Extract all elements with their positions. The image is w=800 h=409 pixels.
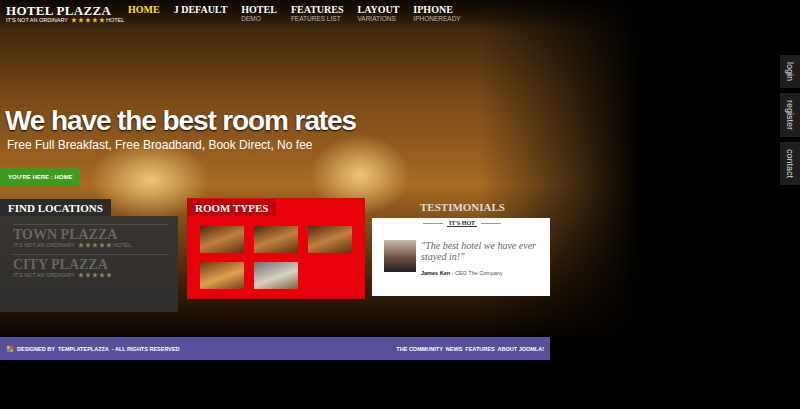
nav-menu: HOME J DEFAULT HOTELDEMO FEATURESFEATURES L… — [128, 4, 461, 22]
subline: Free Full Breakfast, Free Broadband, Boo… — [7, 138, 640, 152]
room-types: ROOM TYPES — [187, 198, 365, 299]
room-thumbnail[interactable] — [200, 262, 244, 289]
star-icon — [106, 242, 112, 248]
room-thumbnail[interactable] — [308, 226, 352, 253]
star-icon — [92, 242, 98, 248]
quote: "The best hotel we have ever stayed in!" — [421, 240, 540, 262]
nav-item[interactable]: HOME — [128, 4, 160, 22]
star-icon — [99, 242, 105, 248]
logo-title: HOTEL PLAZZA — [6, 4, 124, 17]
star-icon — [92, 272, 98, 278]
side-tab[interactable]: register — [780, 93, 800, 137]
side-tab[interactable]: login — [780, 55, 800, 88]
location-link[interactable]: TOWN PLAZZAIT'S NOT AN ORDINARYHOTEL — [13, 224, 168, 248]
star-icon — [99, 272, 105, 278]
star-icon — [85, 272, 91, 278]
location-link[interactable]: CITY PLAZZAIT'S NOT AN ORDINARY — [13, 254, 168, 278]
hot-badge: IT'S HOT — [447, 220, 477, 227]
hero: HOTEL PLAZZAIT'S NOT AN ORDINARYHOTELHOM… — [0, 0, 640, 336]
room-thumbnail[interactable] — [200, 226, 244, 253]
footer-link[interactable]: THE COMMUNITY — [396, 346, 442, 352]
nav-item[interactable]: LAYOUTVARIATIONS — [357, 4, 399, 22]
main-column: HOTEL PLAZZAIT'S NOT AN ORDINARYHOTELHOM… — [0, 0, 780, 409]
side-tabs: login register contact — [780, 0, 800, 409]
nav-item[interactable]: IPHONEIPHONEREADY — [413, 4, 460, 22]
joomla-icon — [6, 345, 14, 353]
star-icon — [78, 17, 84, 23]
star-icon — [78, 272, 84, 278]
module-title: TESTIMONIALS — [372, 198, 550, 218]
star-icon — [99, 17, 105, 23]
headline: We have the best room rates — [5, 104, 640, 138]
breadcrumb: YOU'RE HERE : HOME — [0, 168, 80, 186]
author: James Ken - CEO The Company — [421, 270, 540, 276]
module-title: ROOM TYPES — [187, 199, 276, 216]
credit: DESIGNED BYTEMPLATEPLAZZA- ALL RIGHTS RE… — [6, 345, 180, 353]
footer-link[interactable]: NEWS — [446, 346, 463, 352]
modules: FIND LOCATIONS TOWN PLAZZAIT'S NOT AN ORD… — [0, 198, 640, 312]
logo[interactable]: HOTEL PLAZZAIT'S NOT AN ORDINARYHOTEL — [6, 4, 124, 23]
avatar — [384, 240, 416, 272]
star-icon — [92, 17, 98, 23]
top-nav: HOTEL PLAZZAIT'S NOT AN ORDINARYHOTELHOM… — [0, 0, 640, 30]
room-thumbnail[interactable] — [254, 226, 298, 253]
side-tab[interactable]: contact — [780, 142, 800, 185]
footer-link[interactable]: FEATURES — [465, 346, 494, 352]
star-icon — [85, 242, 91, 248]
nav-item[interactable]: HOTELDEMO — [241, 4, 277, 22]
module-title: FIND LOCATIONS — [0, 199, 111, 216]
footer-link[interactable]: ABOUT JOOMLA! — [498, 346, 544, 352]
star-icon — [85, 17, 91, 23]
nav-item[interactable]: FEATURESFEATURES LIST — [291, 4, 344, 22]
testimonial-card: IT'S HOT "The best hotel we have ever sta… — [372, 218, 550, 296]
star-icon — [78, 242, 84, 248]
star-icon — [71, 17, 77, 23]
logo-tagline: IT'S NOT AN ORDINARYHOTEL — [6, 17, 124, 23]
find-locations: FIND LOCATIONS TOWN PLAZZAIT'S NOT AN ORD… — [0, 198, 178, 312]
page: HOTEL PLAZZAIT'S NOT AN ORDINARYHOTELHOM… — [0, 0, 800, 409]
footer: DESIGNED BYTEMPLATEPLAZZA- ALL RIGHTS RE… — [0, 337, 550, 360]
room-thumbnail[interactable] — [254, 262, 298, 289]
nav-item[interactable]: J DEFAULT — [174, 4, 228, 22]
star-icon — [106, 272, 112, 278]
testimonials: TESTIMONIALS IT'S HOT "The best hotel we h… — [372, 198, 550, 296]
